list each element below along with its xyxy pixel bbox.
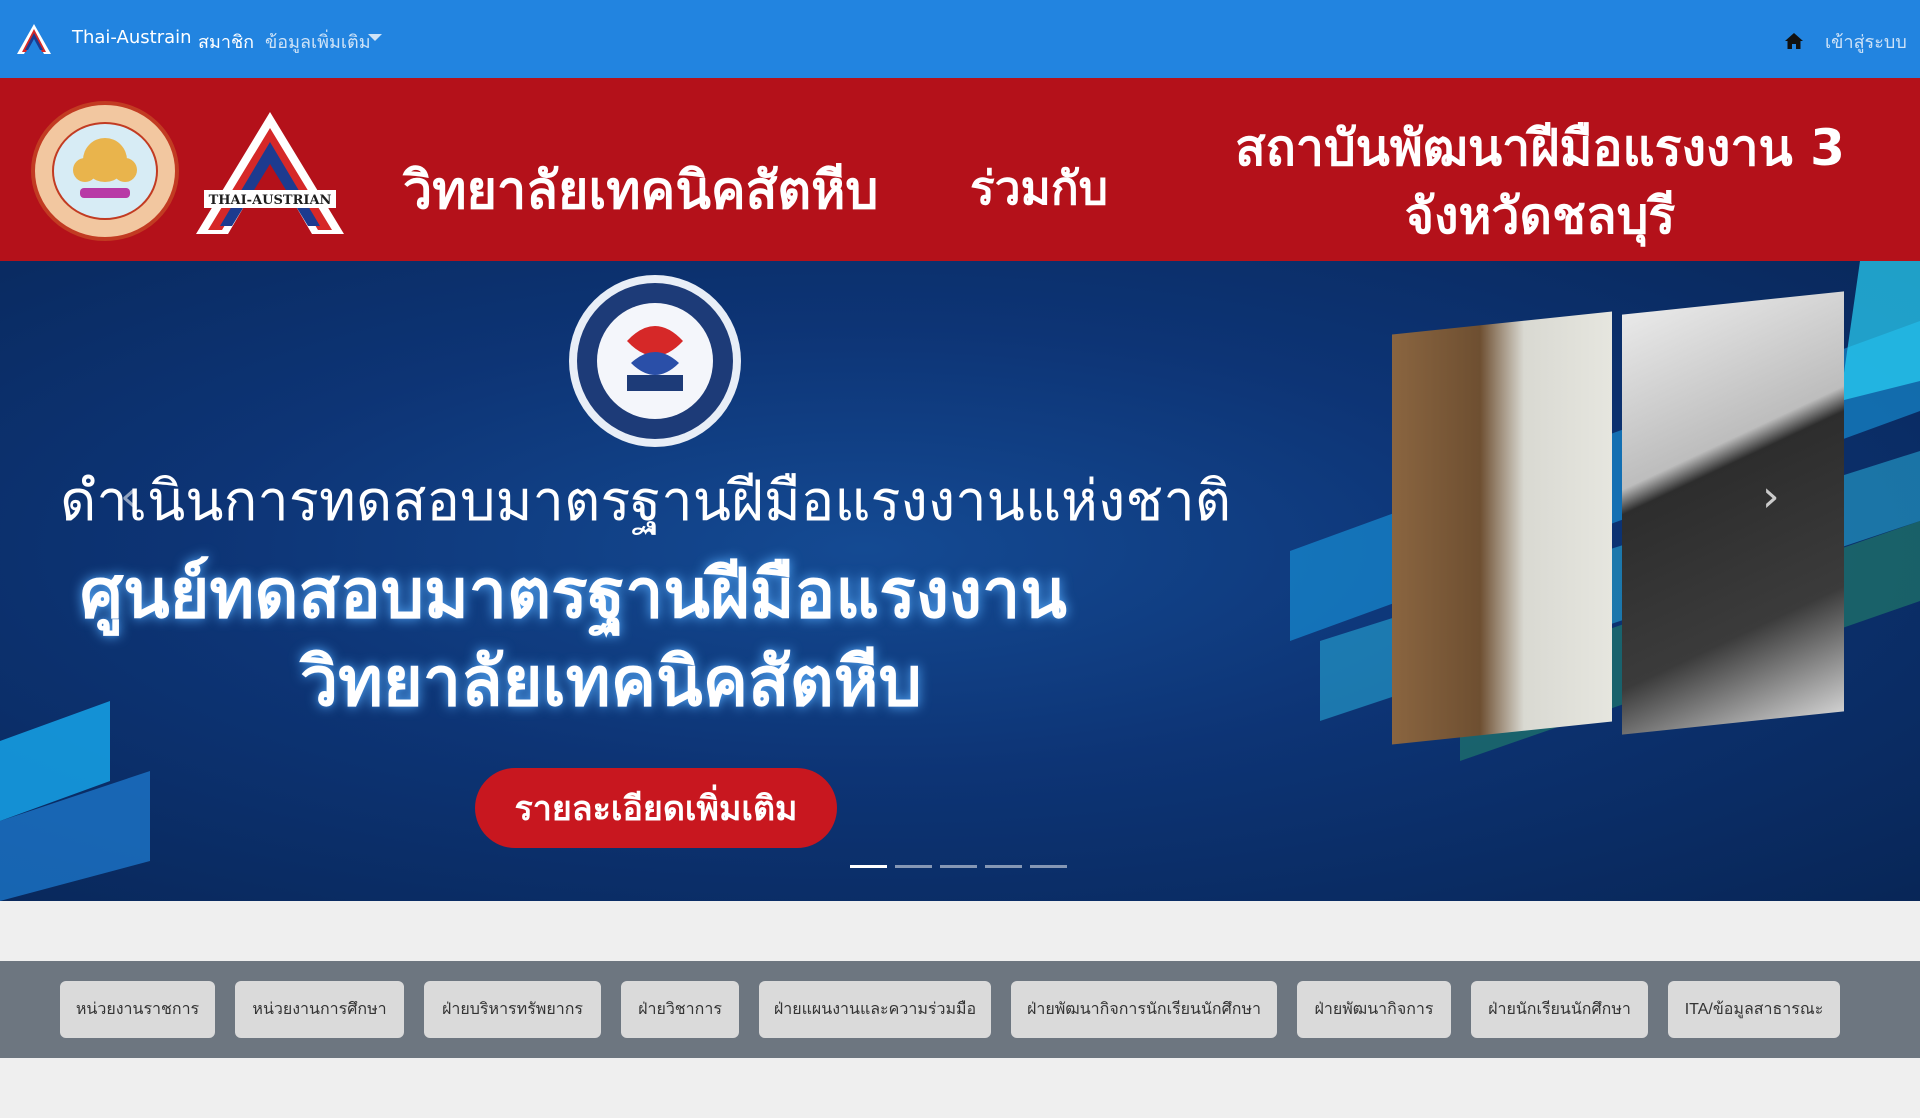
- testing-center-emblem: [569, 275, 741, 447]
- dept-button-affairs-development[interactable]: ฝ่ายพัฒนากิจการ: [1297, 981, 1451, 1038]
- banner-institute-line2: จังหวัดชลบุรี: [1404, 187, 1676, 245]
- banner-institute-name: สถาบันพัฒนาฝีมือแรงงาน 3 จังหวัดชลบุรี: [1180, 114, 1900, 250]
- dept-button-academic[interactable]: ฝ่ายวิชาการ: [621, 981, 739, 1038]
- chevron-left-icon[interactable]: ‹: [120, 471, 138, 522]
- hero-title-line3: วิทยาลัยเทคนิคสัตหีบ: [300, 643, 922, 722]
- banner-with-text: ร่วมกับ: [970, 161, 1108, 215]
- departments-bar: หน่วยงานราชการ หน่วยงานการศึกษา ฝ่ายบริห…: [0, 961, 1920, 1058]
- carousel-indicator-2[interactable]: [895, 865, 932, 868]
- dept-button-students[interactable]: ฝ่ายนักเรียนนักศึกษา: [1471, 981, 1648, 1038]
- nav-link-members[interactable]: สมาชิก: [198, 27, 254, 56]
- hero-photo-student: [1392, 311, 1612, 745]
- dept-button-education[interactable]: หน่วยงานการศึกษา: [235, 981, 404, 1038]
- department-seal-logo: [31, 101, 179, 241]
- dept-button-resource-management[interactable]: ฝ่ายบริหารทรัพยากร: [424, 981, 601, 1038]
- banner-institute-line1: สถาบันพัฒนาฝีมือแรงงาน 3: [1235, 119, 1845, 177]
- hero-photo-plc-panel: [1622, 291, 1844, 735]
- header-banner: THAI-AUSTRIAN วิทยาลัยเทคนิคสัตหีบ ร่วมก…: [0, 78, 1920, 261]
- navbar-brand[interactable]: Thai-Austrain: [72, 27, 192, 48]
- nav-dropdown-more[interactable]: ข้อมูลเพิ่มเติม: [265, 27, 371, 56]
- home-icon[interactable]: [1784, 31, 1804, 51]
- banner-college-name: วิทยาลัยเทคนิคสัตหีบ: [403, 161, 879, 221]
- dept-button-government[interactable]: หน่วยงานราชการ: [60, 981, 215, 1038]
- dept-button-student-affairs-development[interactable]: ฝ่ายพัฒนากิจการนักเรียนนักศึกษา: [1011, 981, 1277, 1038]
- hero-carousel[interactable]: ดำเนินการทดสอบมาตรฐานฝีมือแรงงานแห่งชาติ…: [0, 261, 1920, 901]
- carousel-indicator-5[interactable]: [1030, 865, 1067, 868]
- chevron-right-icon[interactable]: ›: [1762, 471, 1780, 522]
- carousel-indicator-4[interactable]: [985, 865, 1022, 868]
- chevron-down-icon[interactable]: [368, 34, 382, 41]
- hero-title-line1: ดำเนินการทดสอบมาตรฐานฝีมือแรงงานแห่งชาติ: [60, 469, 1232, 534]
- dept-button-planning-cooperation[interactable]: ฝ่ายแผนงานและความร่วมมือ: [759, 981, 991, 1038]
- carousel-indicators: [850, 865, 1067, 868]
- login-link[interactable]: เข้าสู่ระบบ: [1825, 27, 1907, 56]
- carousel-indicator-3[interactable]: [940, 865, 977, 868]
- logo-text: THAI-AUSTRIAN: [209, 193, 332, 208]
- dept-button-ita-public-info[interactable]: ITA/ข้อมูลสาธารณะ: [1668, 981, 1840, 1038]
- more-details-button[interactable]: รายละเอียดเพิ่มเติม: [475, 768, 837, 848]
- thai-austrian-banner-logo: THAI-AUSTRIAN: [196, 112, 344, 234]
- carousel-indicator-1[interactable]: [850, 865, 887, 868]
- top-navbar: Thai-Austrain สมาชิก ข้อมูลเพิ่มเติม เข้…: [0, 0, 1920, 78]
- thai-austrian-logo-icon[interactable]: [15, 22, 53, 56]
